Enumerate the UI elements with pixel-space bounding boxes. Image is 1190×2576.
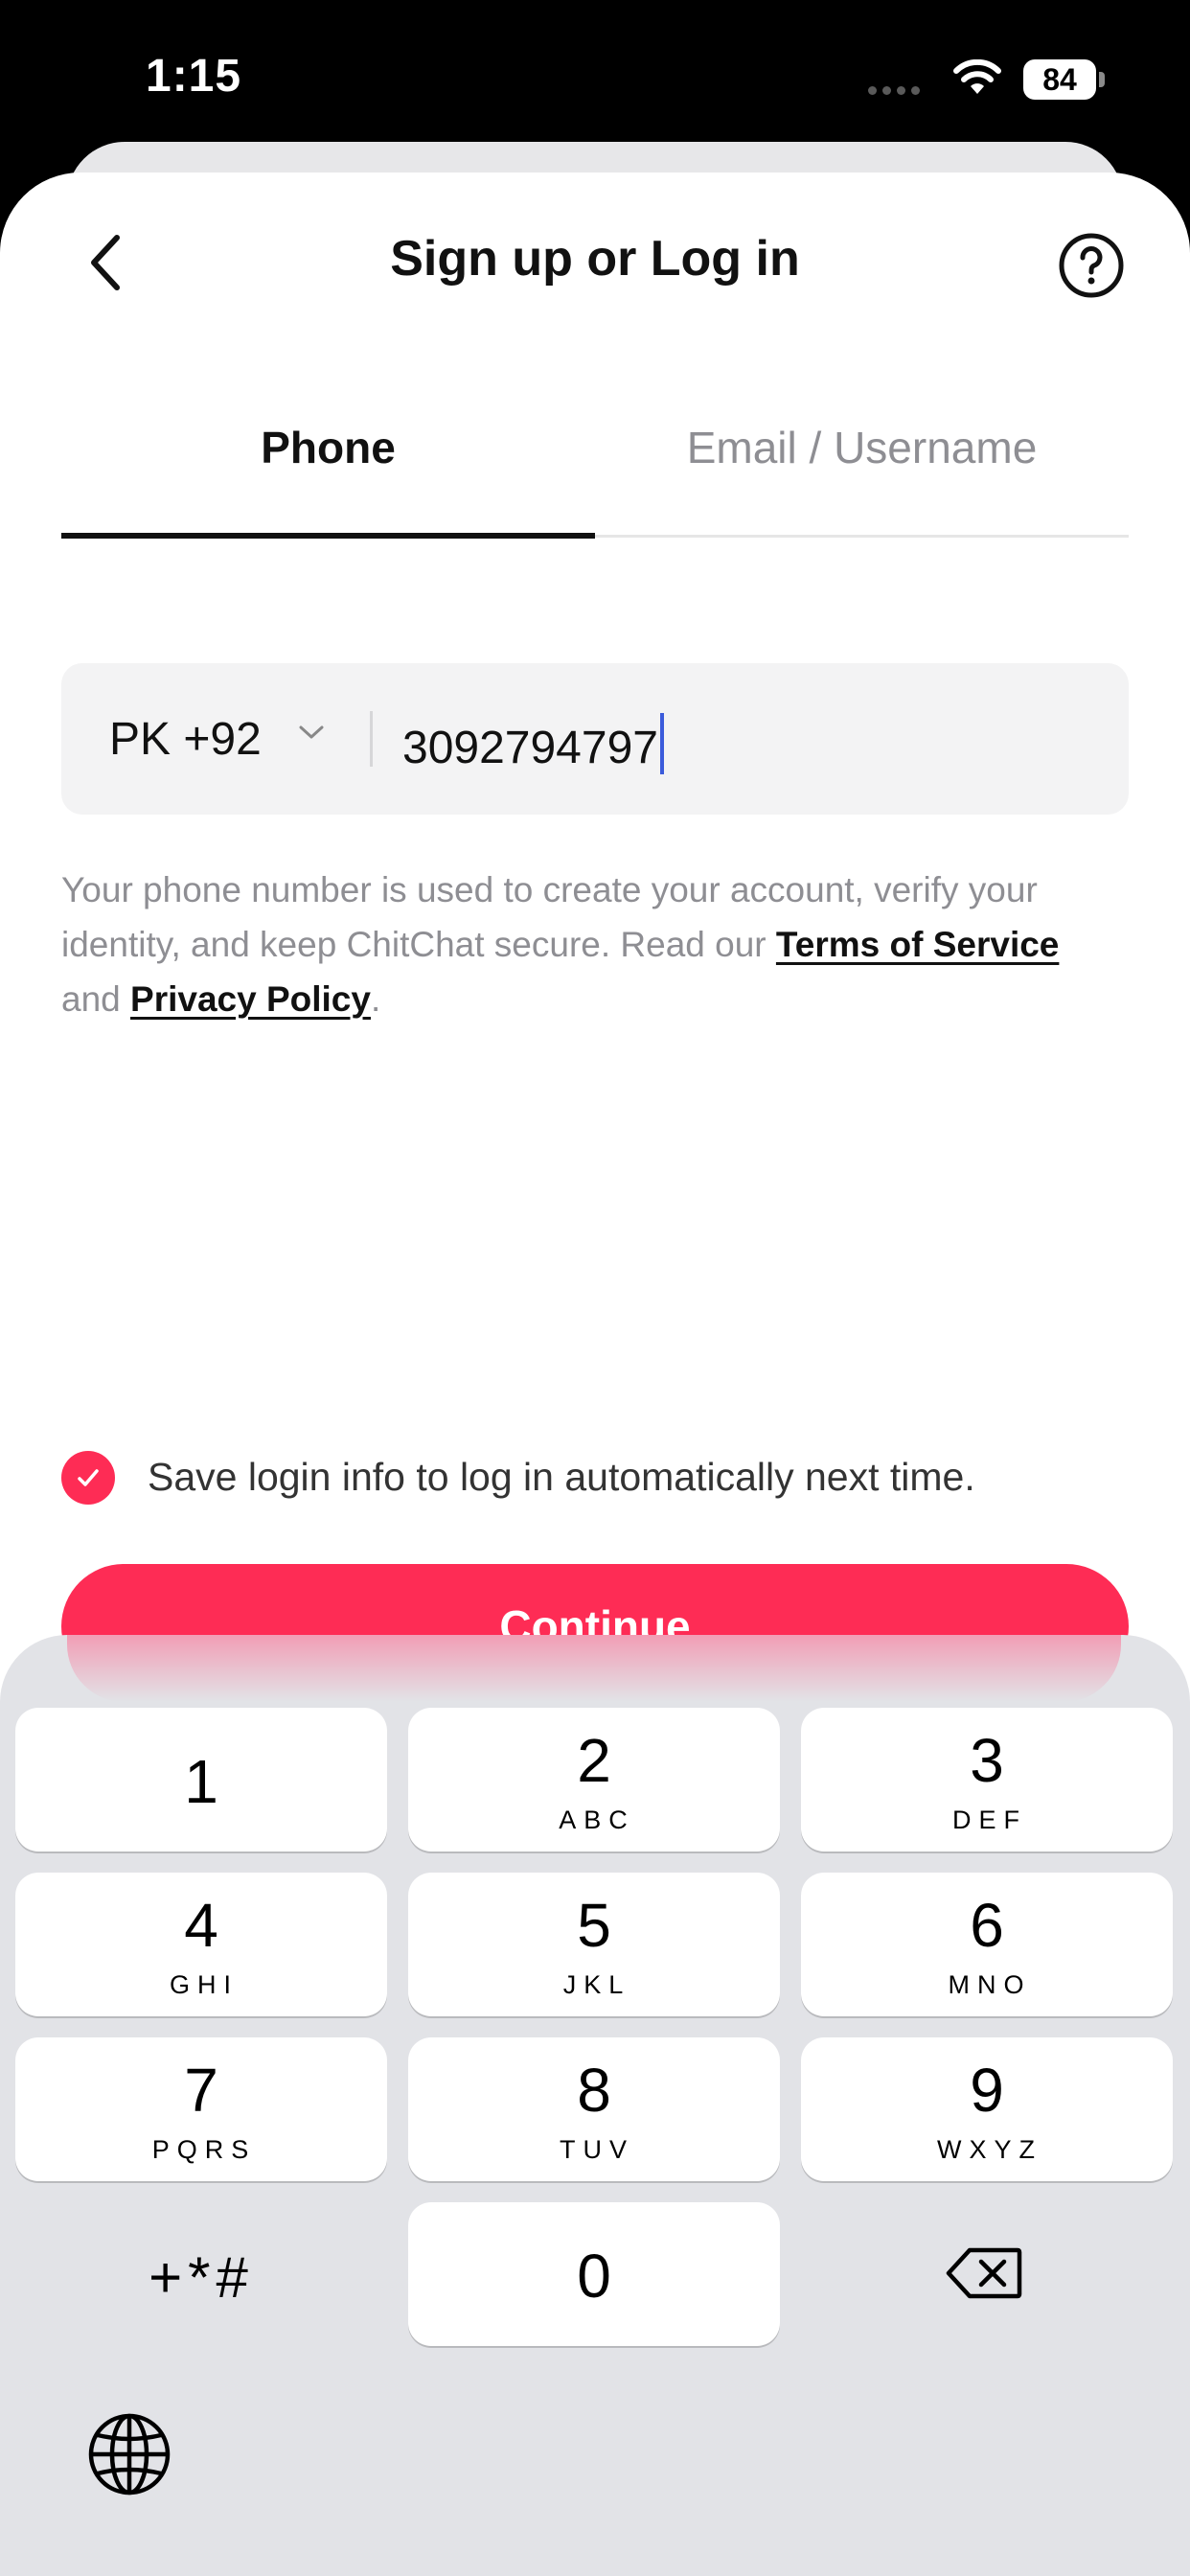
key-8[interactable]: 8 TUV <box>408 2037 780 2181</box>
key-digit: 6 <box>970 1891 1004 1960</box>
key-symbols[interactable]: +*# <box>15 2202 387 2346</box>
cellular-signal-icon <box>868 86 920 95</box>
login-method-tabs: Phone Email / Username <box>61 422 1129 539</box>
key-letters: GHI <box>169 1970 239 1999</box>
tab-email-username[interactable]: Email / Username <box>595 422 1129 473</box>
key-9[interactable]: 9 WXYZ <box>801 2037 1173 2181</box>
terms-of-service-link[interactable]: Terms of Service <box>776 925 1059 964</box>
key-symbols-label: +*# <box>149 2245 254 2310</box>
key-digit: 8 <box>577 2056 611 2125</box>
text-caret <box>659 713 664 774</box>
help-icon[interactable] <box>1058 232 1125 299</box>
phone-number-field: PK +92 3092794797 <box>61 663 1129 815</box>
status-time: 1:15 <box>146 51 242 102</box>
key-letters: DEF <box>952 1806 1027 1834</box>
key-letters: WXYZ <box>937 2135 1042 2164</box>
privacy-policy-link[interactable]: Privacy Policy <box>130 979 371 1019</box>
phone-number-input[interactable]: 3092794797 <box>402 713 664 774</box>
page-title: Sign up or Log in <box>390 231 800 287</box>
phone-number-value: 3092794797 <box>402 723 658 773</box>
checkmark-icon <box>78 1469 99 1486</box>
battery-level: 84 <box>1023 59 1096 100</box>
tab-phone[interactable]: Phone <box>61 422 595 473</box>
active-tab-indicator <box>61 533 595 539</box>
keypad-glow <box>67 1635 1121 1702</box>
save-login-checkbox[interactable] <box>61 1451 115 1505</box>
key-4[interactable]: 4 GHI <box>15 1873 387 2016</box>
disclaimer-text: . <box>370 979 381 1019</box>
key-1[interactable]: 1 <box>15 1708 387 1852</box>
key-2[interactable]: 2 ABC <box>408 1708 780 1852</box>
globe-icon[interactable] <box>86 2411 172 2497</box>
key-digit: 7 <box>184 2056 218 2125</box>
key-3[interactable]: 3 DEF <box>801 1708 1173 1852</box>
key-letters: MNO <box>948 1970 1032 1999</box>
battery-icon: 84 <box>1023 59 1105 100</box>
key-digit: 1 <box>184 1747 218 1816</box>
backspace-icon[interactable] <box>945 2244 1023 2302</box>
wifi-icon <box>953 59 1001 94</box>
chevron-down-icon[interactable] <box>297 723 326 742</box>
key-digit: 4 <box>184 1891 218 1960</box>
privacy-disclaimer: Your phone number is used to create your… <box>61 862 1115 1026</box>
key-letters: JKL <box>562 1970 631 1999</box>
field-divider <box>370 711 373 767</box>
save-login-label: Save login info to log in automatically … <box>148 1455 975 1499</box>
key-letters: PQRS <box>151 2135 257 2164</box>
key-5[interactable]: 5 JKL <box>408 1873 780 2016</box>
key-digit: 9 <box>970 2056 1004 2125</box>
key-6[interactable]: 6 MNO <box>801 1873 1173 2016</box>
key-letters: ABC <box>559 1806 635 1834</box>
country-code-selector[interactable]: PK +92 <box>109 713 262 766</box>
disclaimer-text: and <box>61 979 131 1019</box>
save-login-row[interactable]: Save login info to log in automatically … <box>61 1447 1134 1505</box>
key-7[interactable]: 7 PQRS <box>15 2037 387 2181</box>
key-digit: 2 <box>577 1726 611 1795</box>
key-letters: TUV <box>560 2135 634 2164</box>
key-digit: 0 <box>577 2242 611 2311</box>
status-bar: 1:15 84 <box>0 0 1190 153</box>
key-digit: 5 <box>577 1891 611 1960</box>
key-digit: 3 <box>970 1726 1004 1795</box>
key-0[interactable]: 0 <box>408 2202 780 2346</box>
